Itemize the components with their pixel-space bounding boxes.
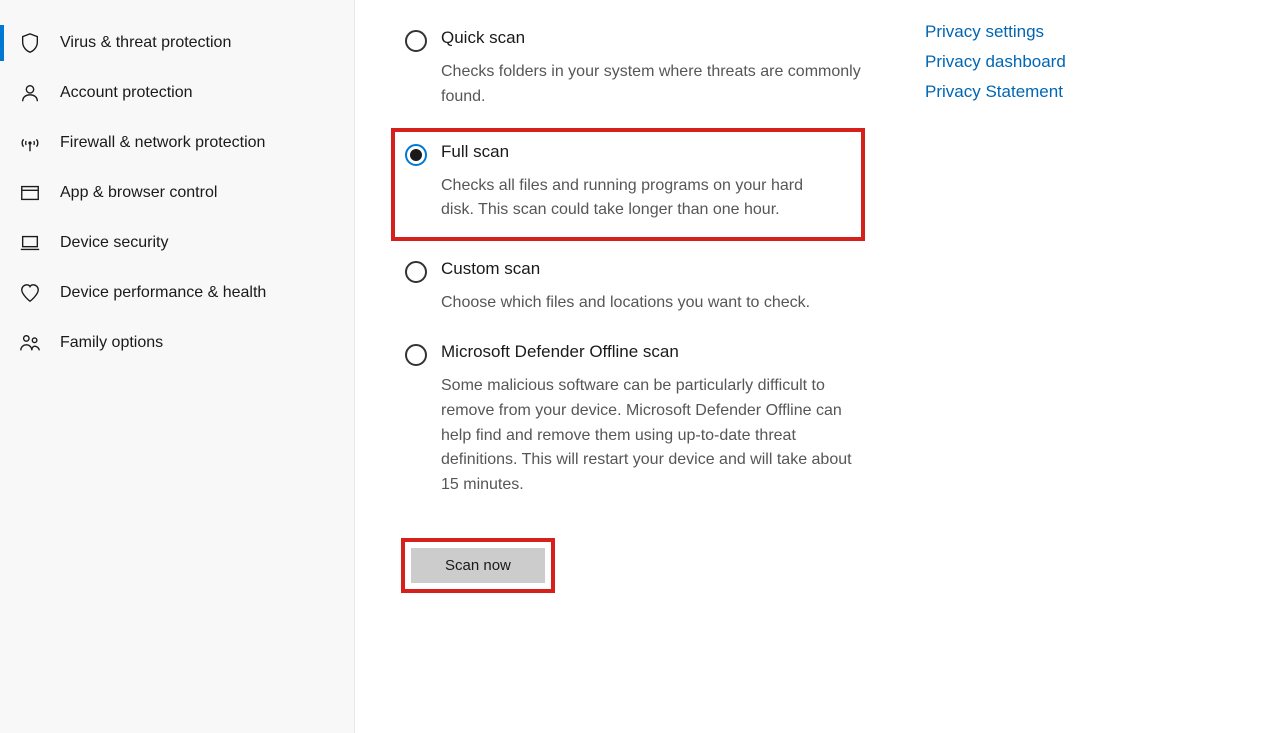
link-privacy-settings[interactable]: Privacy settings (925, 22, 1225, 42)
radio-desc: Checks all files and running programs on… (441, 174, 831, 224)
sidebar-item-virus-threat[interactable]: Virus & threat protection (0, 18, 354, 68)
radio-button[interactable] (405, 144, 427, 166)
sidebar-item-label: Device performance & health (60, 284, 266, 302)
privacy-links-panel: Privacy settings Privacy dashboard Priva… (925, 20, 1225, 713)
person-icon (18, 81, 42, 105)
sidebar-item-label: Account protection (60, 84, 193, 102)
radio-title: Custom scan (441, 259, 865, 279)
scan-options-panel: Quick scan Checks folders in your system… (405, 20, 865, 713)
shield-icon (18, 31, 42, 55)
radio-option-offline-scan[interactable]: Microsoft Defender Offline scan Some mal… (405, 334, 865, 516)
main-content: Quick scan Checks folders in your system… (355, 0, 1265, 733)
radio-option-quick-scan[interactable]: Quick scan Checks folders in your system… (405, 20, 865, 128)
scan-now-button[interactable]: Scan now (411, 548, 545, 583)
radio-option-full-scan[interactable]: Full scan Checks all files and running p… (391, 128, 865, 242)
scan-button-highlight: Scan now (401, 538, 555, 593)
sidebar-item-account-protection[interactable]: Account protection (0, 68, 354, 118)
sidebar: Virus & threat protection Account protec… (0, 0, 355, 733)
link-privacy-statement[interactable]: Privacy Statement (925, 82, 1225, 102)
antenna-icon (18, 131, 42, 155)
radio-title: Microsoft Defender Offline scan (441, 342, 865, 362)
sidebar-item-firewall[interactable]: Firewall & network protection (0, 118, 354, 168)
sidebar-item-family-options[interactable]: Family options (0, 318, 354, 368)
radio-desc: Checks folders in your system where thre… (441, 60, 865, 110)
sidebar-item-label: Device security (60, 234, 168, 252)
radio-button[interactable] (405, 261, 427, 283)
radio-title: Quick scan (441, 28, 865, 48)
sidebar-item-device-performance[interactable]: Device performance & health (0, 268, 354, 318)
radio-option-custom-scan[interactable]: Custom scan Choose which files and locat… (405, 251, 865, 334)
radio-desc: Choose which files and locations you wan… (441, 291, 865, 316)
sidebar-item-label: App & browser control (60, 184, 217, 202)
window-icon (18, 181, 42, 205)
radio-desc: Some malicious software can be particula… (441, 374, 865, 498)
heart-icon (18, 281, 42, 305)
radio-button[interactable] (405, 344, 427, 366)
sidebar-item-label: Virus & threat protection (60, 34, 231, 52)
sidebar-item-label: Family options (60, 334, 163, 352)
radio-title: Full scan (441, 142, 831, 162)
laptop-icon (18, 231, 42, 255)
sidebar-item-app-browser[interactable]: App & browser control (0, 168, 354, 218)
radio-button[interactable] (405, 30, 427, 52)
sidebar-item-device-security[interactable]: Device security (0, 218, 354, 268)
sidebar-item-label: Firewall & network protection (60, 134, 265, 152)
link-privacy-dashboard[interactable]: Privacy dashboard (925, 52, 1225, 72)
family-icon (18, 331, 42, 355)
